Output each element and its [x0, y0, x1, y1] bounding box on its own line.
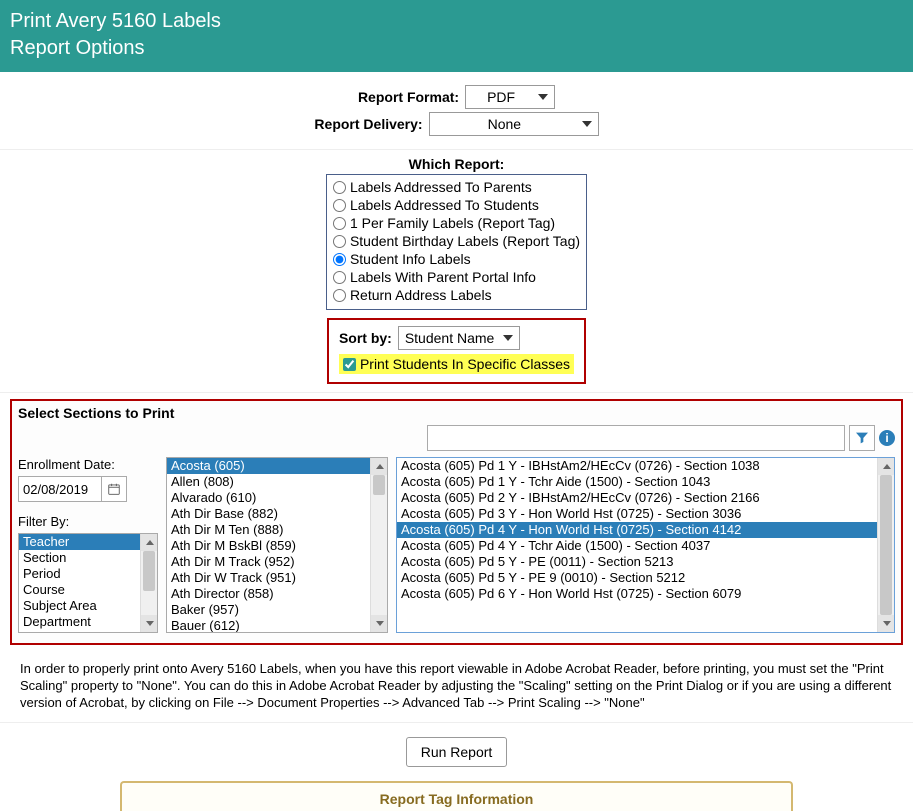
- which-report: Which Report: Labels Addressed To Parent…: [0, 150, 913, 310]
- list-item[interactable]: Ath Dir W Track (951): [167, 570, 370, 586]
- scroll-thumb[interactable]: [373, 475, 385, 495]
- list-item[interactable]: Acosta (605) Pd 5 Y - PE 9 (0010) - Sect…: [397, 570, 877, 586]
- radio-input[interactable]: [333, 217, 346, 230]
- list-item[interactable]: Bauer (612): [167, 618, 370, 633]
- which-report-options: Labels Addressed To Parents Labels Addres…: [326, 174, 587, 310]
- list-item[interactable]: Acosta (605) Pd 3 Y - Hon World Hst (072…: [397, 506, 877, 522]
- page-title: Print Avery 5160 Labels: [10, 10, 903, 33]
- list-item[interactable]: Alvarado (610): [167, 490, 370, 506]
- sections-listbox[interactable]: Acosta (605) Pd 1 Y - IBHstAm2/HEcCv (07…: [396, 457, 895, 633]
- chevron-down-icon: [582, 121, 592, 127]
- sort-section: Sort by: Student Name Print Students In …: [0, 310, 913, 393]
- sort-by-select[interactable]: Student Name: [398, 326, 520, 350]
- list-item[interactable]: Allen (808): [167, 474, 370, 490]
- list-item[interactable]: Ath Director (858): [167, 586, 370, 602]
- which-report-option[interactable]: Student Birthday Labels (Report Tag): [333, 233, 580, 249]
- which-report-option[interactable]: Labels With Parent Portal Info: [333, 269, 580, 285]
- scrollbar[interactable]: [877, 458, 894, 632]
- scroll-thumb[interactable]: [880, 475, 892, 615]
- scrollbar[interactable]: [370, 458, 387, 632]
- sort-highlight-box: Sort by: Student Name Print Students In …: [327, 318, 586, 384]
- list-item[interactable]: Acosta (605) Pd 4 Y - Tchr Aide (1500) -…: [397, 538, 877, 554]
- funnel-icon: [854, 430, 870, 446]
- list-item[interactable]: Acosta (605) Pd 4 Y - Hon World Hst (072…: [397, 522, 877, 538]
- filter-button[interactable]: [849, 425, 875, 451]
- select-sections-title: Select Sections to Print: [18, 405, 895, 421]
- page-subtitle: Report Options: [10, 37, 903, 60]
- section-filter-input[interactable]: [427, 425, 845, 451]
- scroll-up-icon[interactable]: [371, 458, 388, 475]
- which-report-option-label: 1 Per Family Labels (Report Tag): [350, 215, 555, 231]
- list-item[interactable]: Acosta (605) Pd 6 Y - Hon World Hst (072…: [397, 586, 877, 602]
- radio-input[interactable]: [333, 181, 346, 194]
- list-item[interactable]: Ath Dir Base (882): [167, 506, 370, 522]
- teachers-listbox[interactable]: Acosta (605)Allen (808)Alvarado (610)Ath…: [166, 457, 388, 633]
- calendar-button[interactable]: [101, 476, 127, 502]
- which-report-option-label: Student Birthday Labels (Report Tag): [350, 233, 580, 249]
- list-item[interactable]: Ath Dir M BskBl (859): [167, 538, 370, 554]
- print-specific-classes-row: Print Students In Specific Classes: [339, 354, 574, 374]
- enrollment-date-input[interactable]: [18, 476, 102, 502]
- calendar-icon: [107, 482, 121, 496]
- radio-input[interactable]: [333, 253, 346, 266]
- scroll-up-icon[interactable]: [141, 534, 158, 551]
- which-report-option[interactable]: Return Address Labels: [333, 287, 580, 303]
- page-header: Print Avery 5160 Labels Report Options: [0, 0, 913, 72]
- list-item[interactable]: Section: [19, 550, 140, 566]
- which-report-heading: Which Report:: [0, 156, 913, 172]
- list-item[interactable]: Acosta (605) Pd 1 Y - IBHstAm2/HEcCv (07…: [397, 458, 877, 474]
- which-report-option-label: Labels With Parent Portal Info: [350, 269, 536, 285]
- report-tag-heading: Report Tag Information: [120, 781, 793, 811]
- list-item[interactable]: Baker (957): [167, 602, 370, 618]
- report-format-select[interactable]: PDF: [465, 85, 555, 109]
- which-report-option[interactable]: Student Info Labels: [333, 251, 580, 267]
- select-sections-panel: Select Sections to Print i Enrollment Da…: [10, 399, 903, 645]
- list-item[interactable]: Ath Dir M Ten (888): [167, 522, 370, 538]
- report-delivery-label: Report Delivery:: [314, 116, 422, 132]
- filter-by-listbox[interactable]: TeacherSectionPeriodCourseSubject AreaDe…: [18, 533, 158, 633]
- report-config: Report Format: PDF Report Delivery: None: [0, 72, 913, 150]
- print-specific-classes-label: Print Students In Specific Classes: [360, 356, 570, 372]
- list-item[interactable]: Acosta (605) Pd 1 Y - Tchr Aide (1500) -…: [397, 474, 877, 490]
- list-item[interactable]: Department: [19, 614, 140, 630]
- list-item[interactable]: Acosta (605) Pd 5 Y - PE (0011) - Sectio…: [397, 554, 877, 570]
- scroll-down-icon[interactable]: [141, 615, 158, 632]
- list-item[interactable]: Acosta (605) Pd 2 Y - IBHstAm2/HEcCv (07…: [397, 490, 877, 506]
- scrollbar[interactable]: [140, 534, 157, 632]
- which-report-option[interactable]: Labels Addressed To Students: [333, 197, 580, 213]
- report-delivery-select[interactable]: None: [429, 112, 599, 136]
- which-report-option-label: Return Address Labels: [350, 287, 492, 303]
- chevron-down-icon: [538, 94, 548, 100]
- report-format-label: Report Format:: [358, 89, 459, 105]
- list-item[interactable]: Acosta (605): [167, 458, 370, 474]
- which-report-option-label: Student Info Labels: [350, 251, 471, 267]
- radio-input[interactable]: [333, 199, 346, 212]
- radio-input[interactable]: [333, 235, 346, 248]
- radio-input[interactable]: [333, 271, 346, 284]
- list-item[interactable]: Ath Dir M Track (952): [167, 554, 370, 570]
- which-report-option[interactable]: 1 Per Family Labels (Report Tag): [333, 215, 580, 231]
- list-item[interactable]: Teacher: [19, 534, 140, 550]
- list-item[interactable]: Period: [19, 566, 140, 582]
- scroll-down-icon[interactable]: [371, 615, 388, 632]
- run-report-button[interactable]: Run Report: [406, 737, 508, 767]
- filter-by-label: Filter By:: [18, 514, 158, 529]
- list-item[interactable]: Subject Area: [19, 598, 140, 614]
- sort-by-label: Sort by:: [339, 330, 392, 346]
- print-specific-classes-checkbox[interactable]: [343, 358, 356, 371]
- info-icon[interactable]: i: [879, 430, 895, 446]
- list-item[interactable]: Course: [19, 582, 140, 598]
- scroll-up-icon[interactable]: [878, 458, 895, 475]
- print-instructions: In order to properly print onto Avery 51…: [0, 651, 913, 723]
- enrollment-date-label: Enrollment Date:: [18, 457, 158, 472]
- scroll-down-icon[interactable]: [878, 615, 895, 632]
- scroll-thumb[interactable]: [143, 551, 155, 591]
- which-report-option[interactable]: Labels Addressed To Parents: [333, 179, 580, 195]
- radio-input[interactable]: [333, 289, 346, 302]
- which-report-option-label: Labels Addressed To Parents: [350, 179, 532, 195]
- which-report-option-label: Labels Addressed To Students: [350, 197, 539, 213]
- list-item[interactable]: Room: [19, 630, 140, 633]
